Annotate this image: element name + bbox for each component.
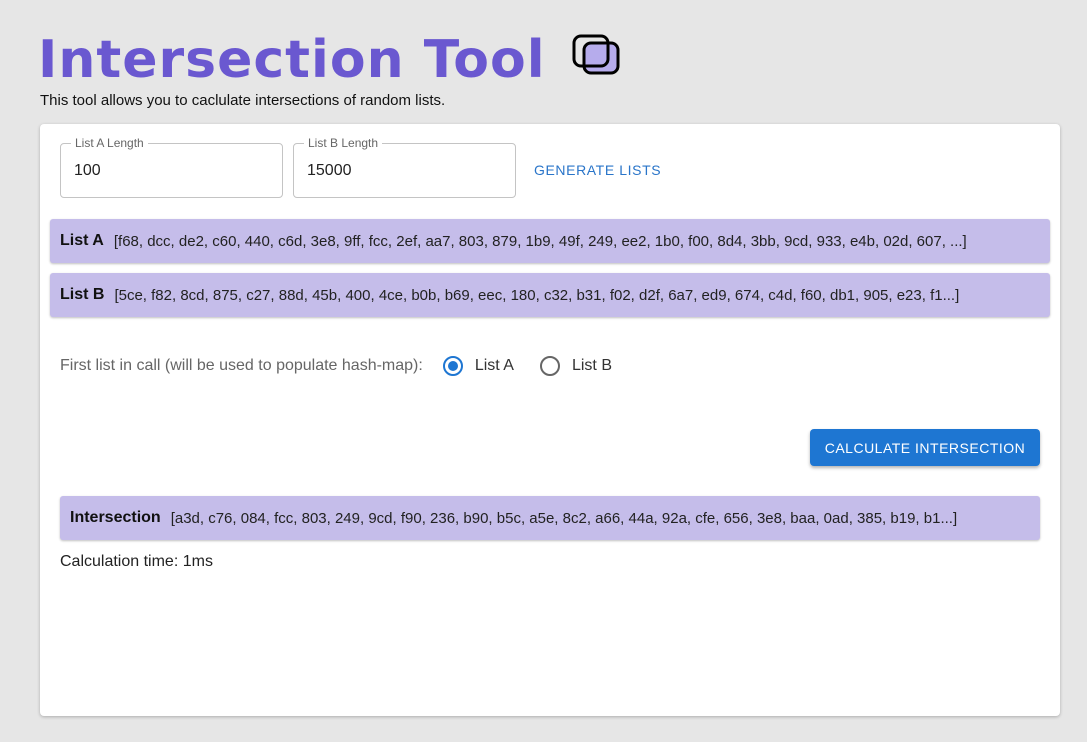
list-b-bar: List B [5ce, f82, 8cd, 875, c27, 88d, 45…: [50, 273, 1050, 317]
list-a-name: List A: [60, 232, 104, 249]
first-list-radio-group: First list in call (will be used to popu…: [60, 356, 638, 376]
radio-option-list-a-label: List A: [474, 357, 514, 374]
radio-option-list-b[interactable]: List B: [539, 356, 612, 376]
list-b-length-input[interactable]: 15000: [307, 162, 352, 180]
list-b-length-label: List B Length: [304, 136, 383, 150]
list-b-name: List B: [60, 286, 105, 303]
radio-unchecked-icon[interactable]: [539, 356, 560, 376]
list-a-length-label: List A Length: [71, 136, 148, 150]
generate-lists-button[interactable]: GENERATE LISTS: [534, 162, 661, 178]
list-a-bar: List A [f68, dcc, de2, c60, 440, c6d, 3e…: [50, 219, 1050, 263]
main-card: List A Length 100 List B Length 15000 GE…: [40, 124, 1060, 716]
intersection-values: [a3d, c76, 084, fcc, 803, 249, 9cd, f90,…: [170, 509, 958, 527]
calculate-intersection-button[interactable]: CALCULATE INTERSECTION: [810, 429, 1040, 466]
first-list-radio-label: First list in call (will be used to popu…: [60, 357, 423, 374]
radio-option-list-b-label: List B: [571, 357, 612, 374]
intersection-name: Intersection: [70, 509, 161, 526]
list-a-values: [f68, dcc, de2, c60, 440, c6d, 3e8, 9ff,…: [113, 232, 967, 250]
app-header: Intersection Tool: [38, 28, 626, 92]
radio-checked-icon[interactable]: [442, 356, 463, 376]
list-b-length-field[interactable]: List B Length 15000: [293, 136, 516, 198]
list-a-length-field[interactable]: List A Length 100: [60, 136, 283, 198]
overlapping-squares-icon: [572, 34, 620, 75]
list-b-values: [5ce, f82, 8cd, 875, c27, 88d, 45b, 400,…: [114, 286, 960, 304]
calculation-time: Calculation time: 1ms: [60, 553, 213, 570]
page-subtitle: This tool allows you to caclulate inters…: [40, 92, 446, 109]
radio-option-list-a[interactable]: List A: [442, 356, 514, 376]
intersection-bar: Intersection [a3d, c76, 084, fcc, 803, 2…: [60, 496, 1040, 540]
list-a-length-input[interactable]: 100: [74, 162, 101, 180]
page-title: Intersection Tool: [38, 30, 546, 90]
